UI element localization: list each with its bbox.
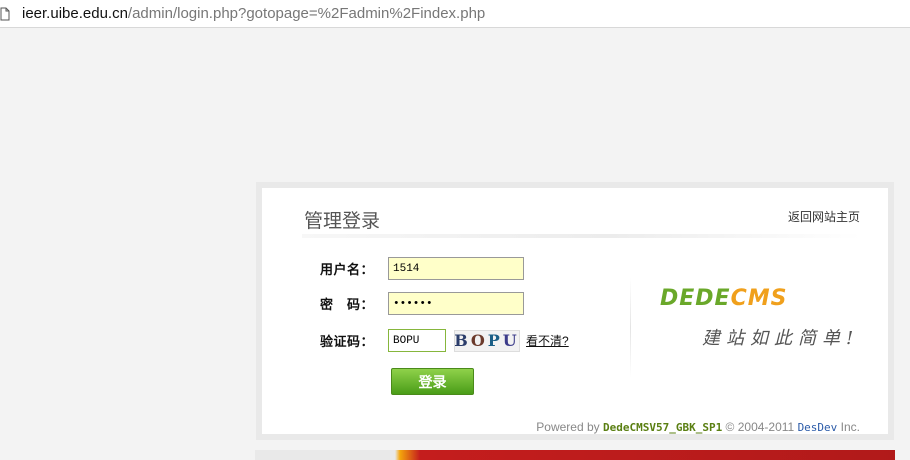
username-input[interactable] bbox=[388, 257, 524, 280]
logo-text-dede: DEDE bbox=[660, 286, 731, 311]
password-label: 密 码： bbox=[320, 297, 375, 312]
url-path: /admin/login.php?gotopage=%2Fadmin%2Find… bbox=[127, 5, 486, 22]
footer-product: DedeCMSV57_GBK_SP1 bbox=[602, 421, 723, 434]
captcha-label: 验证码： bbox=[320, 334, 375, 349]
password-input[interactable] bbox=[388, 292, 524, 315]
username-row: 用户名： bbox=[320, 257, 524, 280]
vertical-divider bbox=[630, 278, 631, 378]
captcha-char: U bbox=[502, 331, 520, 350]
url-text[interactable]: ieer.uibe.edu.cn/admin/login.php?gotopag… bbox=[22, 5, 485, 22]
captcha-char: P bbox=[487, 331, 503, 350]
captcha-row: 验证码： BOPU 看不清? bbox=[320, 329, 569, 352]
footer-copyright: © 2004-2011 bbox=[725, 420, 795, 434]
dedecms-logo: DEDECMS bbox=[660, 286, 787, 311]
page-icon bbox=[0, 5, 14, 23]
footer-prefix: Powered by bbox=[536, 420, 600, 434]
address-bar[interactable]: ieer.uibe.edu.cn/admin/login.php?gotopag… bbox=[0, 0, 910, 28]
footer-developer: DesDev bbox=[797, 421, 838, 434]
url-host: ieer.uibe.edu.cn bbox=[22, 5, 128, 22]
slogan: 建站如此简单! bbox=[702, 328, 860, 349]
captcha-input[interactable] bbox=[388, 329, 446, 352]
bottom-banner-strip bbox=[255, 450, 895, 460]
captcha-image[interactable]: BOPU bbox=[454, 329, 520, 352]
password-row: 密 码： bbox=[320, 292, 524, 315]
refresh-captcha-link[interactable]: 看不清? bbox=[526, 332, 569, 349]
title-divider bbox=[302, 234, 862, 238]
captcha-char: O bbox=[470, 331, 488, 350]
captcha-char: B bbox=[454, 331, 471, 350]
login-box: 管理登录 返回网站主页 用户名： 密 码： 验证码： BOPU 看不清? 登录 … bbox=[262, 188, 888, 434]
username-label: 用户名： bbox=[320, 262, 375, 277]
login-panel: 管理登录 返回网站主页 用户名： 密 码： 验证码： BOPU 看不清? 登录 … bbox=[256, 182, 894, 440]
back-to-home-link[interactable]: 返回网站主页 bbox=[788, 208, 860, 225]
page-title: 管理登录 bbox=[304, 211, 381, 232]
login-button[interactable]: 登录 bbox=[391, 368, 474, 395]
logo-text-cms: CMS bbox=[730, 286, 788, 311]
footer-suffix: Inc. bbox=[840, 420, 860, 434]
footer: Powered by DedeCMSV57_GBK_SP1 © 2004-201… bbox=[536, 420, 860, 434]
